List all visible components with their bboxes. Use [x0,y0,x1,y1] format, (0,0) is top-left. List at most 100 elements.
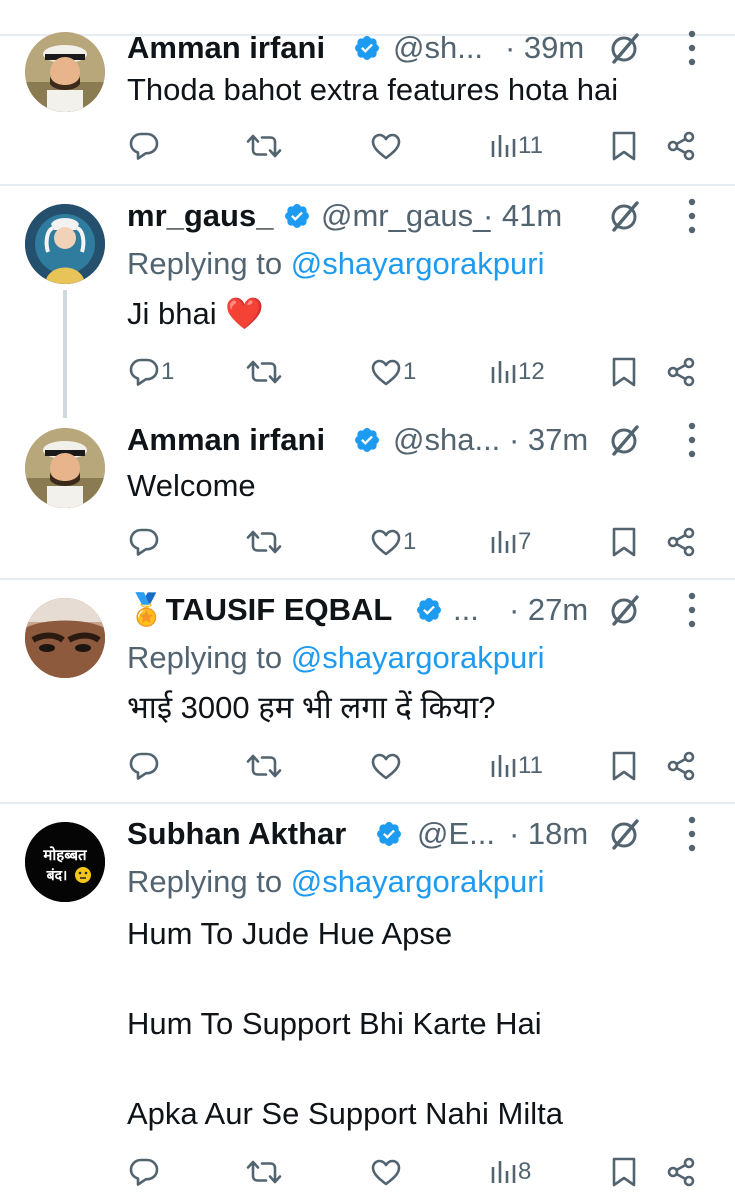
tweet-amman-1[interactable]: Amman irfani @sh... · 39m Thoda bahot ex… [0,0,735,184]
replying-to: Replying to @shayargorakpuri [127,636,544,680]
reply-icon [129,527,159,557]
grok-icon[interactable] [607,200,641,234]
verified-badge-icon [353,426,381,454]
action-bar: 1 1 12 [0,350,735,394]
retweet-button[interactable] [246,520,284,564]
handle[interactable]: @E... [417,812,495,856]
like-count: 1 [403,528,417,555]
views-button[interactable]: 11 [490,744,543,788]
replying-to-link[interactable]: @shayargorakpuri [291,864,545,899]
reply-button[interactable] [129,520,161,564]
views-button[interactable]: 12 [490,350,545,394]
handle[interactable]: @sha... [393,418,500,462]
like-button[interactable] [371,1150,403,1194]
verified-badge-icon [375,820,403,848]
bookmark-button[interactable] [611,350,637,394]
like-button[interactable] [371,744,403,788]
views-button[interactable]: 7 [490,520,531,564]
handle[interactable]: @mr_gaus_ [321,194,490,238]
replying-to-link[interactable]: @shayargorakpuri [291,246,545,281]
share-button[interactable] [666,1150,696,1194]
display-name[interactable]: mr_gaus_ [127,194,273,238]
tweet-amman-2[interactable]: Amman irfani @sha... · 37m Welcome 1 7 [0,410,735,578]
reply-icon [129,131,159,161]
more-vertical-icon[interactable] [687,422,697,458]
tweet-tausif[interactable]: 🏅TAUSIF EQBAL ... · 27m Replying to @sha… [0,580,735,802]
action-bar: 8 [0,1150,735,1194]
reply-button[interactable] [129,744,161,788]
retweet-icon [246,527,282,557]
display-name[interactable]: Amman irfani [127,418,325,462]
more-vertical-icon[interactable] [687,592,697,628]
retweet-button[interactable] [246,124,284,168]
share-button[interactable] [666,350,696,394]
action-bar: 1 7 [0,520,735,564]
replying-to-link[interactable]: @shayargorakpuri [291,640,545,675]
reply-button[interactable]: 1 [129,350,174,394]
timestamp[interactable]: · 39m [505,26,584,70]
reply-button[interactable] [129,124,161,168]
like-button[interactable] [371,124,403,168]
like-button[interactable]: 1 [371,350,416,394]
views-button[interactable]: 11 [490,124,543,168]
avatar[interactable] [25,428,105,508]
bookmark-button[interactable] [611,124,637,168]
tweet-text: Ji bhai ❤️ [127,296,264,331]
timestamp[interactable]: · 27m [509,588,588,632]
more-vertical-icon[interactable] [687,30,697,66]
avatar[interactable]: मोहब्बत बंद। [25,822,105,902]
avatar[interactable] [25,204,105,284]
retweet-icon [246,131,282,161]
views-count: 11 [518,752,543,779]
more-vertical-icon[interactable] [687,198,697,234]
tweet-text-line-3: Apka Aur Se Support Nahi Milta [127,1096,563,1131]
more-vertical-icon[interactable] [687,816,697,852]
avatar[interactable] [25,32,105,112]
grok-icon[interactable] [607,594,641,628]
retweet-icon [246,751,282,781]
timestamp[interactable]: · 41m [483,194,562,238]
bookmark-button[interactable] [611,1150,637,1194]
share-button[interactable] [666,520,696,564]
avatar[interactable] [25,598,105,678]
handle[interactable]: @sh... [393,26,483,70]
verified-badge-icon [353,34,381,62]
display-name[interactable]: Amman irfani [127,26,325,70]
verified-badge-icon [415,596,443,624]
tweet-mr-gaus[interactable]: mr_gaus_ @mr_gaus_ · 41m Replying to @sh… [0,186,735,410]
grok-icon[interactable] [607,32,641,66]
timestamp[interactable]: · 18m [509,812,588,856]
share-button[interactable] [666,744,696,788]
views-button[interactable]: 8 [490,1150,531,1194]
action-bar: 11 [0,744,735,788]
display-name[interactable]: 🏅TAUSIF EQBAL [127,588,392,632]
like-count: 1 [403,358,417,385]
handle[interactable]: ... [453,588,479,632]
retweet-button[interactable] [246,744,284,788]
tweet-text-line-2: Hum To Support Bhi Karte Hai [127,1006,542,1041]
tweet-subhan[interactable]: मोहब्बत बंद। Subhan Akthar @E... · 18m R… [0,804,735,1200]
bookmark-icon [611,131,637,161]
like-icon [371,752,401,780]
grok-icon[interactable] [607,424,641,458]
views-icon [490,133,516,159]
grok-icon[interactable] [607,818,641,852]
retweet-button[interactable] [246,1150,284,1194]
views-icon [490,529,516,555]
share-icon [666,751,696,781]
like-icon [371,132,401,160]
display-name[interactable]: Subhan Akthar [127,812,346,856]
bookmark-button[interactable] [611,520,637,564]
share-button[interactable] [666,124,696,168]
views-icon [490,1159,516,1185]
bookmark-icon [611,751,637,781]
tweet-text: Thoda bahot extra features hota hai [127,72,619,107]
like-button[interactable]: 1 [371,520,416,564]
bookmark-icon [611,527,637,557]
timestamp[interactable]: · 37m [509,418,588,462]
bookmark-button[interactable] [611,744,637,788]
reply-button[interactable] [129,1150,161,1194]
views-count: 7 [518,528,532,555]
views-count: 12 [518,358,545,385]
retweet-button[interactable] [246,350,284,394]
